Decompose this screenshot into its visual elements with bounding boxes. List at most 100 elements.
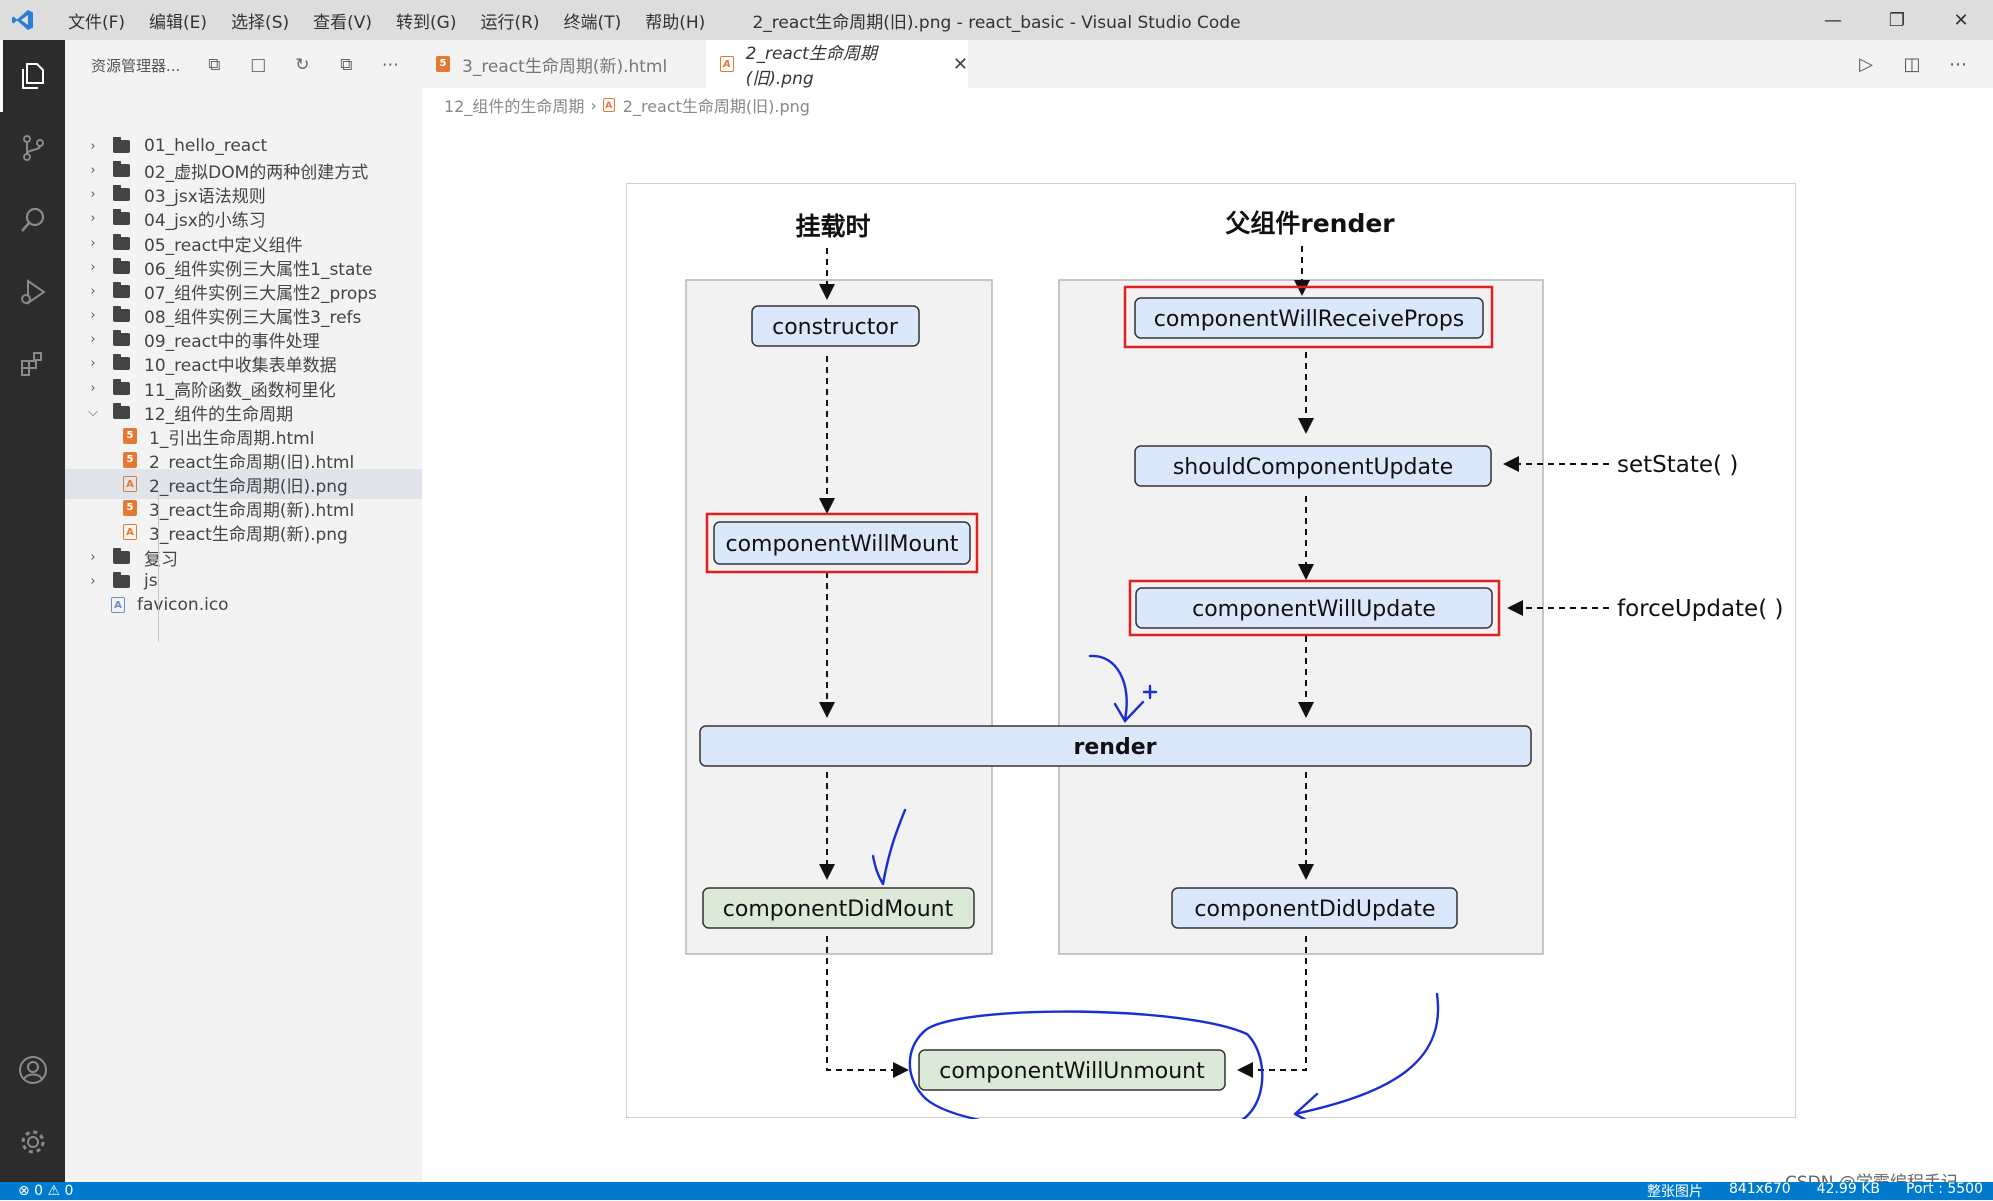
image-file-icon: A — [720, 56, 734, 72]
folder-icon — [113, 257, 130, 274]
close-tab-icon[interactable]: ✕ — [953, 54, 968, 75]
image-kind[interactable]: 整张图片 — [1647, 1181, 1703, 1201]
chevron-right-icon: › — [90, 380, 96, 396]
extensions-icon[interactable] — [0, 328, 65, 400]
activity-bar — [0, 40, 65, 1182]
component-did-mount-label: componentDidMount — [723, 897, 954, 922]
tree-item-label: js — [144, 571, 158, 591]
html-file-icon: 5 — [123, 452, 137, 468]
new-folder-icon[interactable]: □ — [236, 55, 280, 75]
folder-icon — [113, 402, 130, 419]
chevron-right-icon: › — [90, 186, 96, 202]
tree-item-label: 10_react中收集表单数据 — [144, 355, 337, 376]
settings-gear-icon[interactable] — [0, 1106, 65, 1178]
chevron-right-icon: › — [90, 138, 96, 154]
close-window-icon[interactable]: ✕ — [1929, 0, 1993, 40]
chevron-right-icon: › — [90, 235, 96, 251]
new-file-icon[interactable]: ⧉ — [192, 55, 236, 75]
account-icon[interactable] — [0, 1034, 65, 1106]
tab-label: 2_react生命周期(旧).png — [745, 44, 877, 89]
image-dimensions: 841x670 — [1728, 1181, 1791, 1197]
menu-bar: 文件(F) 编辑(E) 选择(S) 查看(V) 转到(G) 运行(R) 终端(T… — [56, 8, 717, 33]
chevron-right-icon: › — [90, 355, 96, 371]
more-editor-actions-icon[interactable]: ⋯ — [1935, 54, 1981, 75]
menu-terminal[interactable]: 终端(T) — [552, 8, 634, 33]
chevron-right-icon: › — [90, 549, 96, 565]
folder-icon — [113, 329, 130, 346]
image-file-icon: A — [111, 597, 125, 613]
folder-icon — [113, 160, 130, 177]
render-label: render — [1074, 735, 1157, 760]
folder-icon — [113, 353, 130, 370]
image-file-icon: A — [602, 98, 615, 112]
chevron-right-icon: › — [90, 162, 96, 178]
lifecycle-diagram-image: 挂载时 父组件render constructor componentWillM… — [626, 183, 1796, 1119]
folder-icon — [113, 184, 130, 201]
more-actions-icon[interactable]: ⋯ — [368, 55, 412, 75]
indent-guide — [158, 492, 159, 642]
breadcrumb-folder[interactable]: 12_组件的生命周期 — [444, 93, 584, 117]
menu-go[interactable]: 转到(G) — [384, 8, 468, 33]
menu-file[interactable]: 文件(F) — [56, 8, 137, 33]
breadcrumb-file[interactable]: 2_react生命周期(旧).png — [623, 93, 810, 117]
menu-help[interactable]: 帮助(H) — [633, 8, 717, 33]
explorer-title: 资源管理器... — [91, 56, 181, 75]
component-will-unmount-label: componentWillUnmount — [939, 1059, 1205, 1084]
tree-item-label: favicon.ico — [137, 595, 229, 615]
tab-label: 3_react生命周期(新).html — [462, 56, 668, 77]
folder-icon — [113, 547, 130, 564]
folder-icon — [113, 233, 130, 250]
chevron-right-icon: › — [90, 573, 96, 589]
should-component-update-label: shouldComponentUpdate — [1173, 455, 1453, 480]
component-did-update-label: componentDidUpdate — [1194, 897, 1435, 922]
constructor-label: constructor — [772, 315, 899, 340]
restore-icon[interactable]: ❐ — [1865, 0, 1929, 40]
editor-actions: ▷ ◫ ⋯ — [1843, 40, 1981, 88]
chevron-right-icon: › — [90, 307, 96, 323]
collapse-all-icon[interactable]: ⧉ — [324, 55, 368, 75]
set-state-label: setState( ) — [1617, 452, 1738, 478]
window-controls: — ❐ ✕ — [1801, 0, 1993, 40]
mount-phase-panel — [685, 279, 993, 955]
explorer-sidebar: 资源管理器... ⧉ □ ↻ ⧉ ⋯ › 01_hello_react › 02_虚拟… — [65, 40, 422, 1182]
html-file-icon: 5 — [123, 428, 137, 444]
menu-edit[interactable]: 编辑(E) — [137, 8, 219, 33]
refresh-icon[interactable]: ↻ — [280, 55, 324, 75]
folder-icon — [113, 136, 130, 153]
html-file-icon: 5 — [123, 500, 137, 516]
component-will-update-label: componentWillUpdate — [1192, 597, 1436, 622]
lifecycle-diagram: 挂载时 父组件render constructor componentWillM… — [685, 209, 1783, 1119]
image-file-icon: A — [123, 476, 137, 492]
title-bar: 文件(F) 编辑(E) 选择(S) 查看(V) 转到(G) 运行(R) 终端(T… — [0, 0, 1993, 40]
html-file-icon: 5 — [436, 56, 450, 72]
tree-item-label: 3_react生命周期(新).png — [149, 524, 348, 545]
chevron-right-icon: › — [90, 331, 96, 347]
tree-item-label: 01_hello_react — [144, 136, 268, 156]
minimize-icon[interactable]: — — [1801, 0, 1865, 40]
image-file-icon: A — [123, 524, 137, 540]
menu-view[interactable]: 查看(V) — [301, 8, 384, 33]
file-item[interactable]: Afavicon.ico — [65, 590, 422, 620]
split-editor-icon[interactable]: ◫ — [1889, 54, 1935, 75]
hand-drawn-arrow-will-unmount — [1293, 992, 1440, 1119]
folder-icon — [113, 378, 130, 395]
menu-run[interactable]: 运行(R) — [468, 8, 551, 33]
tab-react-lifecycle-old-png[interactable]: A 2_react生命周期(旧).png ✕ — [706, 40, 968, 89]
breadcrumb: 12_组件的生命周期 › A 2_react生命周期(旧).png — [444, 92, 810, 118]
tree-item-label: 04_jsx的小练习 — [144, 210, 266, 231]
explorer-icon[interactable] — [0, 40, 65, 112]
folder-icon — [113, 281, 130, 298]
search-icon[interactable] — [0, 184, 65, 256]
folder-icon — [113, 571, 130, 588]
tab-react-lifecycle-new-html[interactable]: 5 3_react生命周期(新).html — [422, 40, 706, 88]
folder-icon — [113, 208, 130, 225]
mount-title: 挂载时 — [795, 212, 870, 241]
run-debug-icon[interactable] — [0, 256, 65, 328]
problems-count[interactable]: ⊗ 0 ⚠ 0 — [18, 1183, 73, 1199]
run-icon[interactable]: ▷ — [1843, 54, 1889, 75]
update-title: 父组件render — [1225, 209, 1395, 238]
menu-selection[interactable]: 选择(S) — [219, 8, 301, 33]
source-control-icon[interactable] — [0, 112, 65, 184]
component-will-mount-label: componentWillMount — [725, 532, 958, 557]
live-server-port[interactable]: Port : 5500 — [1906, 1181, 1983, 1201]
